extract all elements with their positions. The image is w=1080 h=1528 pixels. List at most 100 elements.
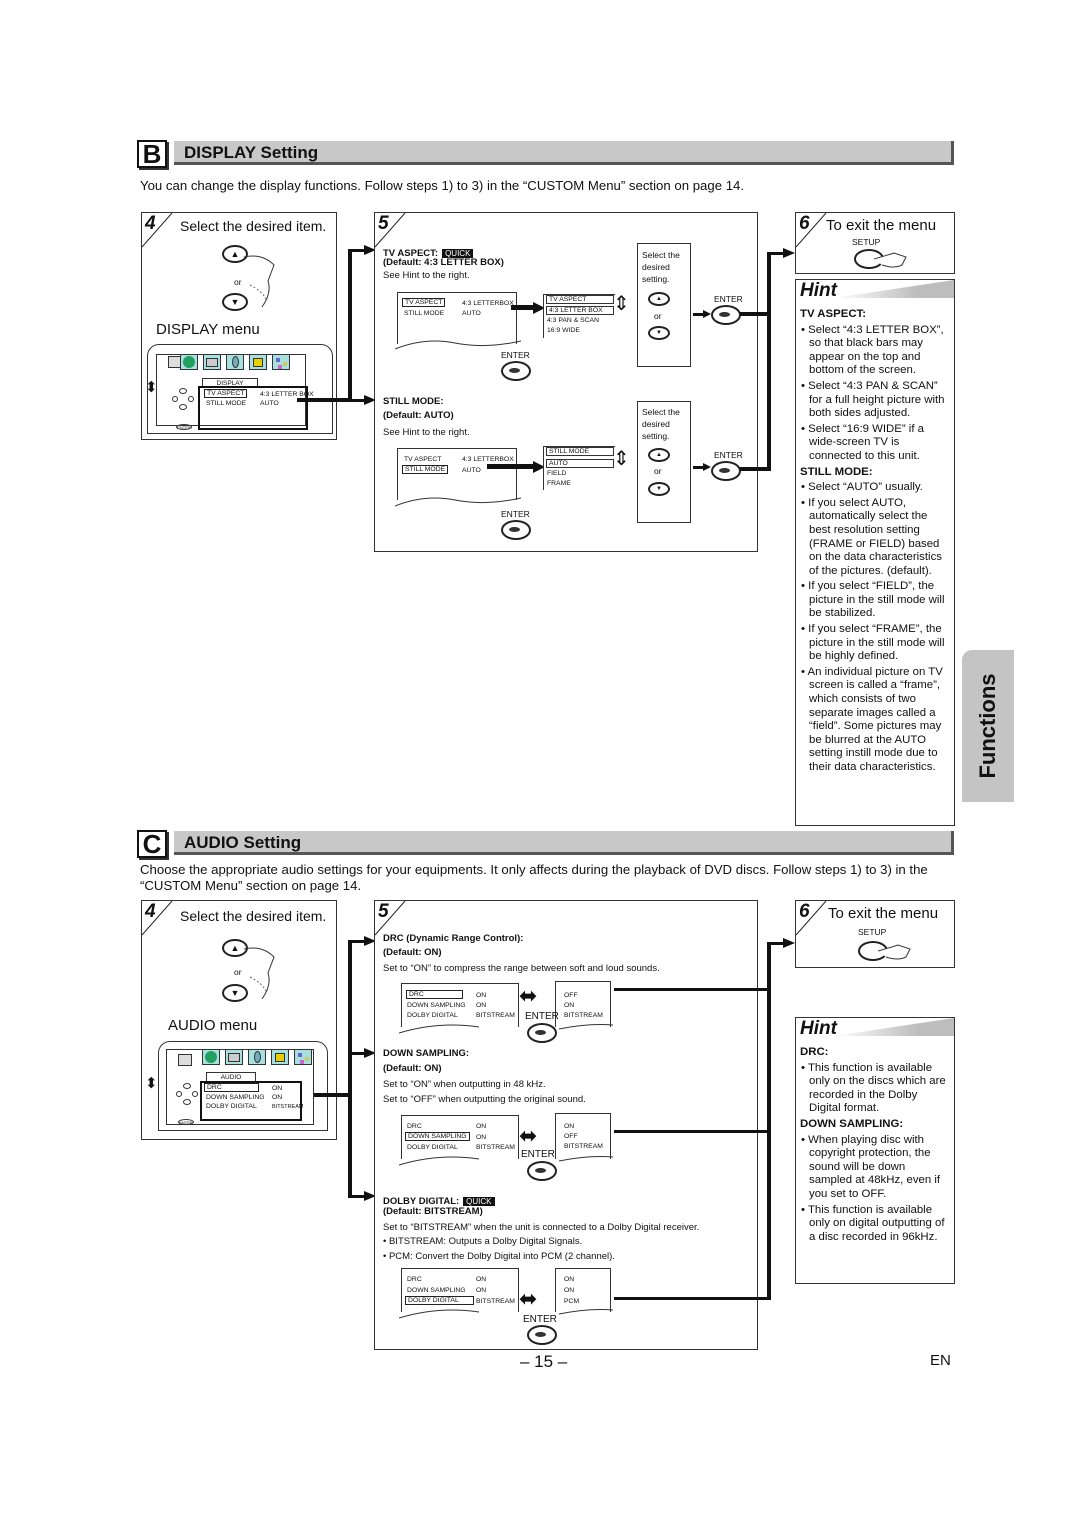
- pointing-hand-icon: [878, 944, 911, 960]
- down-button[interactable]: ▼: [648, 326, 670, 340]
- step-title: Select the desired item.: [180, 908, 327, 924]
- default-text: (Default: BITSTREAM): [383, 1206, 483, 1217]
- step-number: 4: [145, 901, 156, 922]
- hint-body: TV ASPECT: • Select “4:3 LETTER BOX”, so…: [800, 306, 951, 775]
- language-globe-icon[interactable]: [180, 354, 198, 370]
- parental-lock-icon[interactable]: [271, 1049, 289, 1065]
- option-item[interactable]: 4:3 PAN & SCAN: [547, 317, 599, 324]
- menu-item-label[interactable]: DOWN SAMPLING: [206, 1094, 265, 1101]
- menu-item-label[interactable]: STILL MODE: [206, 400, 246, 407]
- menu-icon-row: [180, 354, 290, 370]
- step-number: 6: [799, 213, 810, 234]
- menu-item-label: DOLBY DIGITAL: [407, 1144, 458, 1151]
- audio-intro: Choose the appropriate audio settings fo…: [140, 862, 928, 893]
- hint-bullet: • Select “4:3 PAN & SCAN” for a full hei…: [801, 379, 945, 420]
- pointing-hand-icon: [243, 947, 275, 1000]
- display-step5-box: 5 TV ASPECT: QUICK (Default: 4:3 LETTER B…: [374, 212, 758, 552]
- option-item[interactable]: FIELD: [547, 470, 566, 477]
- section-letter-b: B: [137, 140, 167, 168]
- audio-speaker-icon[interactable]: [226, 354, 244, 370]
- section-title-display: DISPLAY Setting: [174, 141, 954, 165]
- enter-button-icon: ENTER: [178, 1119, 194, 1125]
- menu-item-value: 4:3 LETTERBOX: [462, 456, 514, 463]
- down-arrow-icon: ▼: [656, 486, 662, 492]
- parental-lock-icon[interactable]: [249, 354, 267, 370]
- enter-label: ENTER: [501, 509, 530, 519]
- menu-item-value: ON: [476, 1002, 487, 1009]
- menu-item-value: OFF: [564, 992, 578, 999]
- menu-item-value: ON: [564, 1287, 575, 1294]
- down-button[interactable]: ▼: [648, 482, 670, 496]
- connector-line: [614, 988, 770, 991]
- select-hint-text: Select the desired setting.: [642, 250, 680, 284]
- hint-bullet: • This function is available only on dig…: [801, 1203, 945, 1243]
- menu-item-value: AUTO: [260, 400, 279, 407]
- option-item-selected[interactable]: AUTO: [546, 459, 614, 468]
- menu-row[interactable]: TV ASPECT: [204, 389, 248, 398]
- hint-bullet: • If you select “FIELD”, the picture in …: [801, 580, 945, 620]
- hint-bullet: • When playing disc with copyright prote…: [801, 1133, 941, 1200]
- others-settings-icon[interactable]: [272, 354, 290, 370]
- description-text: Set to “BITSTREAM” when the unit is conn…: [383, 1222, 700, 1233]
- hint-bullet: • This function is available only on the…: [801, 1061, 946, 1115]
- audio-speaker-icon[interactable]: [248, 1049, 266, 1065]
- menu-label: DISPLAY menu: [156, 321, 260, 338]
- see-hint-text: See Hint to the right.: [383, 427, 470, 438]
- tv-icon: [178, 1054, 192, 1066]
- enter-label: ENTER: [501, 350, 530, 360]
- enter-label: ENTER: [714, 294, 743, 304]
- menu-item-value: BITSTREAM: [564, 1143, 603, 1150]
- default-text: (Default: ON): [383, 1063, 442, 1074]
- enter-label: ENTER: [714, 450, 743, 460]
- step-title: Select the desired item.: [180, 218, 327, 234]
- section-letter-c: C: [137, 830, 167, 858]
- hint-heading: DRC:: [800, 1046, 829, 1058]
- others-settings-icon[interactable]: [294, 1049, 312, 1065]
- hint-bullet: • Select “4:3 LETTER BOX”, so that black…: [801, 323, 944, 377]
- or-label: or: [234, 277, 242, 287]
- hint-wedge-decoration: [834, 280, 954, 298]
- enter-button[interactable]: [501, 520, 531, 540]
- enter-button[interactable]: [711, 461, 741, 481]
- menu-item-value: AUTO: [462, 310, 481, 317]
- menu-item-value: ON: [476, 1134, 487, 1141]
- hint-title: Hint: [800, 280, 837, 301]
- menu-tab-audio: AUDIO: [206, 1072, 256, 1081]
- torn-edge: [395, 497, 521, 507]
- display-tab-icon[interactable]: [203, 354, 221, 370]
- connector-line: [348, 940, 352, 1198]
- side-tab-label: Functions: [975, 673, 1000, 779]
- menu-item-label: STILL MODE: [402, 465, 449, 474]
- menu-item-value: ON: [564, 1276, 575, 1283]
- enter-button[interactable]: [711, 305, 741, 325]
- options-title: STILL MODE: [546, 447, 614, 456]
- option-item[interactable]: FRAME: [547, 480, 571, 487]
- up-button[interactable]: ▲: [648, 448, 670, 462]
- options-screen: TV ASPECT 4:3 LETTER BOX 4:3 PAN & SCAN …: [543, 294, 615, 338]
- enter-button[interactable]: [527, 1325, 557, 1345]
- menu-item-label: DRC: [406, 990, 463, 999]
- menu-item-label[interactable]: DOLBY DIGITAL: [206, 1103, 257, 1110]
- description-text: Set to “OFF” when outputting the origina…: [383, 1094, 586, 1105]
- display-hint-box: Hint TV ASPECT: • Select “4:3 LETTER BOX…: [795, 279, 955, 826]
- up-down-arrow-icon: ⇕: [613, 448, 630, 470]
- option-item-selected[interactable]: 4:3 LETTER BOX: [546, 306, 614, 315]
- arrow-shaft: [487, 464, 535, 469]
- display-tab-icon[interactable]: [225, 1049, 243, 1065]
- enter-button[interactable]: [501, 361, 531, 381]
- menu-item-label: DOWN SAMPLING: [407, 1287, 466, 1294]
- up-button[interactable]: ▲: [648, 292, 670, 306]
- option-item[interactable]: 16:9 WIDE: [547, 327, 580, 334]
- language-globe-icon[interactable]: [202, 1049, 220, 1065]
- display-step6-box: 6 To exit the menu SETUP: [795, 212, 955, 274]
- select-setting-callout: Select the desired setting. ▲ or ▼: [637, 401, 691, 523]
- menu-item-label: TV ASPECT: [402, 298, 446, 307]
- menu-item-label[interactable]: DRC: [204, 1083, 259, 1092]
- setup-label: SETUP: [852, 237, 881, 247]
- menu-item-label: STILL MODE: [404, 310, 445, 317]
- arrow-shaft: [511, 305, 535, 310]
- menu-item-value: ON: [476, 1287, 487, 1294]
- arrow-right-icon: [783, 938, 795, 948]
- menu-item-label: DRC: [407, 1123, 422, 1130]
- connector-line: [767, 942, 771, 1300]
